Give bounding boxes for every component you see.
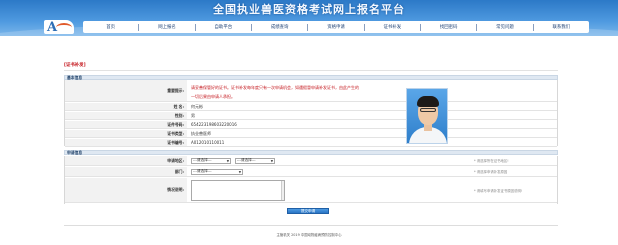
dept-row: 部门: ---请选择--- ▼ * 请选择申请补发原因 [65, 167, 557, 177]
city-select-value: ---请选择--- [237, 158, 256, 162]
footer-text: 主管机关 2019 中国动物疫病预防控制中心 [276, 233, 342, 237]
site-logo[interactable]: A [44, 20, 74, 35]
page-title: [证书补发] [64, 63, 86, 68]
basic-info-form: 重要提示: 请妥善保管好的证书。证书补发每年度只有一次申请机会，如遇假冒申请补发… [64, 80, 558, 147]
region-row: 申请地区: ---请选择--- ▼ ---请选择--- ▼ * 请选择所在证书地… [65, 156, 557, 166]
cert-type-label: 证书类型: [65, 130, 187, 137]
dept-select-value: ---请选择--- [193, 169, 212, 173]
title-divider [64, 70, 558, 71]
site-title: 全国执业兽医资格考试网上报名平台 [213, 3, 405, 16]
nav-item-register[interactable]: 网上报名 [138, 23, 194, 31]
dept-selects: ---请选择--- ▼ [189, 167, 247, 176]
apply-info-form: 申请地区: ---请选择--- ▼ ---请选择--- ▼ * 请选择所在证书地… [64, 156, 558, 204]
footer-divider [64, 225, 558, 226]
nav-item-recover-password[interactable]: 找回密码 [419, 23, 476, 31]
applicant-photo [406, 88, 448, 144]
region-label: 申请地区: [65, 156, 187, 165]
nav-item-self-service[interactable]: 自助平台 [194, 23, 251, 31]
cert-no-label: 证书编号: [65, 139, 187, 146]
warning-label: 重要提示: [65, 80, 187, 101]
nav-item-certificate-reissue[interactable]: 证书补发 [363, 23, 420, 31]
submit-button[interactable]: 提交申请 [287, 208, 329, 214]
reason-hint: * 请填写申请补发证书原因说明! [474, 188, 523, 193]
name-label: 姓 名: [65, 103, 187, 110]
cert-no-row: 证书编号: A012010110011 [65, 139, 557, 147]
site-header: 全国执业兽医资格考试网上报名平台 A 首页 网上报名 自助平台 成绩查询 资格申… [0, 0, 618, 36]
section-apply-info: 申请信息 [64, 150, 558, 155]
nav-item-qualification[interactable]: 资格申请 [307, 23, 363, 31]
region-hint: * 请选择所在证书地区! [474, 159, 509, 163]
chevron-down-icon: ▼ [226, 158, 229, 163]
nav-item-home[interactable]: 首页 [83, 24, 138, 31]
gender-label: 性别: [65, 112, 187, 119]
warning-text: 请妥善保管好的证书。证书补发每年度只有一次申请机会，如遇假冒申请补发证书，由此产… [189, 80, 359, 101]
cert-no-value: A012010110011 [191, 140, 225, 145]
dept-label: 部门: [65, 167, 187, 176]
gender-value: 男 [191, 112, 195, 118]
dept-select[interactable]: ---请选择--- ▼ [191, 168, 243, 175]
textarea-scrollbar[interactable] [281, 180, 284, 200]
chevron-down-icon: ▼ [270, 158, 273, 163]
chevron-down-icon: ▼ [238, 169, 241, 174]
warning-row: 重要提示: 请妥善保管好的证书。证书补发每年度只有一次申请机会，如遇假冒申请补发… [65, 80, 557, 102]
cert-type-value: 执业兽医师 [191, 130, 211, 136]
main-nav: 首页 网上报名 自助平台 成绩查询 资格申请 证书补发 找回密码 常见问题 联系… [83, 21, 589, 33]
logo-arc-icon [56, 23, 72, 32]
nav-item-contact[interactable]: 联系我们 [532, 23, 589, 31]
region-selects: ---请选择--- ▼ ---请选择--- ▼ [189, 156, 279, 165]
province-select-value: ---请选择--- [193, 158, 212, 162]
reason-label: 情况说明: [65, 178, 187, 202]
reason-field-wrap [189, 178, 285, 202]
name-row: 姓 名: 何元彬 [65, 103, 557, 111]
reason-row: 情况说明: * 请填写申请补发证书原因说明! [65, 178, 557, 203]
id-label: 证件号码: [65, 121, 187, 128]
dept-hint: * 请选择申请补发原因 [474, 170, 508, 174]
name-value: 何元彬 [191, 103, 203, 109]
nav-item-score-query[interactable]: 成绩查询 [250, 23, 307, 31]
nav-item-faq[interactable]: 常见问题 [476, 23, 532, 31]
warning-line-2: 一切后果由申请人承担。 [191, 93, 235, 99]
province-select[interactable]: ---请选择--- ▼ [191, 157, 231, 164]
warning-line-1: 请妥善保管好的证书。证书补发每年度只有一次申请机会，如遇假冒申请补发证书，由此产… [191, 84, 359, 90]
id-row: 证件号码: 654223198603220016 [65, 121, 557, 129]
reason-textarea[interactable] [191, 179, 285, 201]
gender-row: 性别: 男 [65, 112, 557, 120]
city-select[interactable]: ---请选择--- ▼ [235, 157, 275, 164]
cert-type-row: 证书类型: 执业兽医师 [65, 130, 557, 138]
id-value: 654223198603220016 [191, 122, 237, 127]
